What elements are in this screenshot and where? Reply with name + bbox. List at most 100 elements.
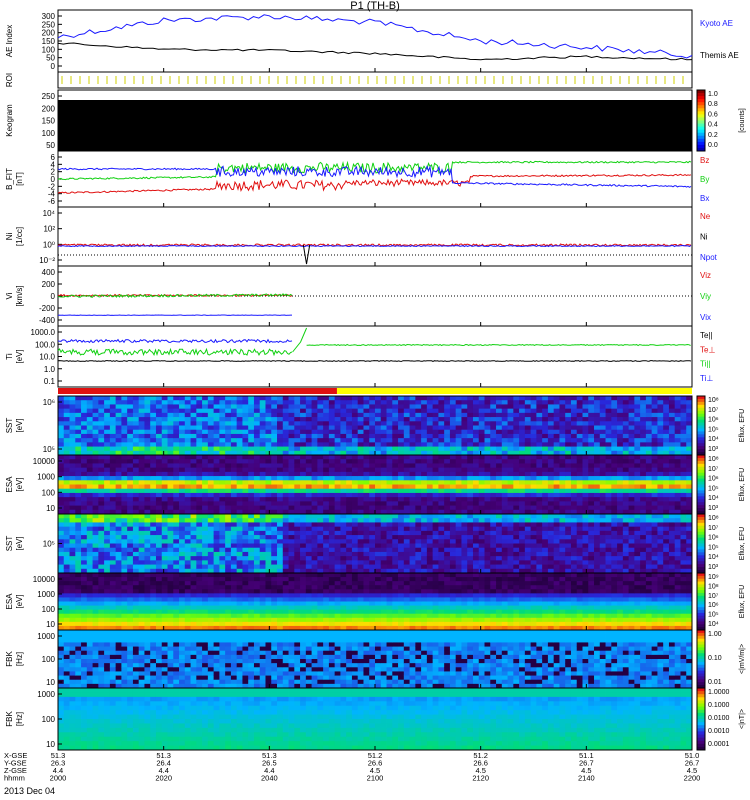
bfield-legend-0: Bz	[700, 156, 709, 165]
spectro-cell	[225, 446, 232, 452]
spectro-cell	[507, 396, 514, 401]
spectro-cell	[282, 463, 289, 469]
spectro-cell	[277, 446, 284, 452]
spectro-cell	[92, 492, 99, 498]
spectro-cell	[570, 480, 578, 485]
spectro-cell	[155, 480, 163, 485]
spectro-cell	[622, 484, 629, 490]
spectro-cell	[674, 438, 681, 443]
spectro-cell	[115, 429, 122, 435]
spectro-cell	[202, 404, 209, 410]
spectro-cell	[472, 425, 480, 431]
spectro-cell	[565, 396, 572, 401]
spectro-cell	[622, 455, 629, 460]
spectro-cell	[461, 412, 468, 418]
spectro-cell	[455, 551, 462, 557]
spectro-cell	[409, 438, 416, 443]
spectro-cell	[542, 518, 549, 523]
spectro-cell	[98, 501, 105, 506]
spectro-cell	[282, 551, 289, 557]
spectro-cell	[398, 539, 405, 544]
spectro-cell	[69, 501, 76, 506]
spectro-cell	[150, 463, 157, 469]
spectro-cell	[565, 488, 572, 494]
spectro-cell	[622, 501, 629, 506]
spectro-cell	[300, 505, 307, 511]
spectro-cell	[230, 396, 238, 401]
spectro-cell	[576, 560, 583, 565]
spectro-cell	[375, 530, 382, 536]
spectro-cell	[115, 455, 122, 460]
spectro-cell	[588, 543, 595, 549]
spectro-cell	[530, 476, 537, 481]
spectro-cell	[375, 497, 382, 502]
spectro-cell	[496, 446, 503, 452]
spectro-cell	[184, 446, 191, 452]
spectro-cell	[392, 556, 399, 561]
spectro-cell	[86, 412, 93, 418]
spectro-cell	[311, 547, 318, 553]
colorbar-cell	[697, 502, 705, 506]
spectro-cell	[277, 442, 284, 447]
spectro-cell	[282, 446, 289, 452]
spectro-cell	[426, 396, 434, 401]
spectro-cell	[104, 551, 111, 557]
spectro-cell	[421, 442, 428, 447]
spectro-cell	[576, 404, 583, 410]
spectro-cell	[449, 446, 457, 452]
spectro-cell	[98, 492, 105, 498]
spectro-cell	[426, 438, 434, 443]
spectro-cell	[392, 467, 399, 473]
spectro-cell	[409, 404, 416, 410]
sst_elec-colorbar-tick: 10⁸	[708, 515, 719, 522]
spectro-cell	[75, 467, 82, 473]
spectro-cell	[467, 463, 474, 469]
spectro-cell	[576, 412, 583, 418]
spectro-cell	[167, 505, 174, 511]
spectro-cell	[219, 530, 226, 536]
spectro-cell	[253, 404, 261, 410]
spectro-cell	[438, 471, 445, 477]
spectro-cell	[594, 522, 601, 528]
spectro-cell	[547, 455, 555, 460]
spectro-cell	[576, 505, 583, 511]
spectro-cell	[58, 518, 65, 523]
spectro-cell	[179, 514, 186, 519]
spectro-cell	[190, 412, 197, 418]
spectro-cell	[357, 497, 364, 502]
density-legend-2: Npot	[700, 253, 718, 262]
colorbar-cell	[697, 487, 705, 491]
spectro-cell	[202, 497, 209, 502]
spectro-cell	[317, 492, 324, 498]
spectro-cell	[617, 421, 624, 426]
spectro-cell	[542, 501, 549, 506]
spectro-cell	[663, 564, 670, 570]
spectro-cell	[253, 560, 261, 565]
spectro-cell	[127, 396, 134, 401]
spectro-cell	[334, 526, 341, 532]
spectro-cell	[490, 463, 497, 469]
spectro-cell	[259, 492, 266, 498]
spectro-cell	[605, 526, 612, 532]
spectro-cell	[253, 551, 261, 557]
spectro-cell	[645, 412, 653, 418]
spectro-cell	[294, 522, 301, 528]
colorbar-cell	[697, 401, 705, 406]
spectro-cell	[230, 522, 238, 528]
spectro-cell	[513, 442, 520, 447]
spectro-cell	[490, 455, 497, 460]
spectro-cell	[363, 551, 370, 557]
spectro-cell	[248, 404, 255, 410]
spectro-cell	[438, 518, 445, 523]
spectro-cell	[588, 429, 595, 435]
spectro-cell	[340, 455, 347, 460]
spectro-cell	[58, 396, 65, 401]
spectro-cell	[663, 421, 670, 426]
spectro-cell	[582, 400, 589, 405]
spectro-cell	[432, 497, 439, 502]
spectro-cell	[415, 467, 422, 473]
spectro-cell	[236, 442, 243, 447]
spectro-cell	[351, 535, 359, 540]
spectro-cell	[496, 564, 503, 570]
spectro-cell	[305, 497, 312, 502]
